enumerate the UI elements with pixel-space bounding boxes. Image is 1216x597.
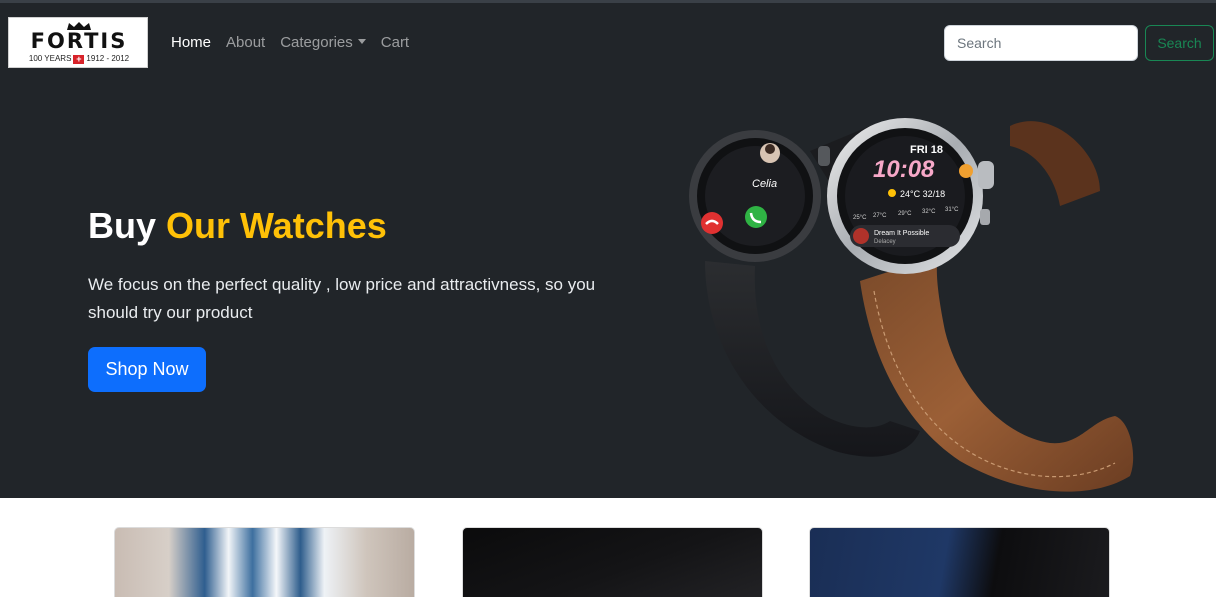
watch-time: 10:08 xyxy=(873,156,935,183)
hero-section: FORTIS 100 YEARS +1912 - 2012 Home About … xyxy=(0,3,1216,498)
search-input[interactable] xyxy=(944,25,1138,61)
watch-temp-5: 31°C xyxy=(945,207,959,213)
watch-weather: 24°C 32/18 xyxy=(900,189,945,199)
main-nav: Home About Categories Cart xyxy=(171,34,409,51)
brand-logo[interactable]: FORTIS 100 YEARS +1912 - 2012 xyxy=(8,17,148,68)
watch-day: FRI 18 xyxy=(910,144,943,156)
watch-temp-4: 32°C xyxy=(922,209,936,215)
watch-song: Dream It Possible xyxy=(874,230,929,237)
page: FORTIS 100 YEARS +1912 - 2012 Home About … xyxy=(0,0,1216,597)
chevron-down-icon xyxy=(357,39,366,44)
nav-item-categories-label: Categories xyxy=(280,34,353,51)
nav-item-about[interactable]: About xyxy=(226,34,265,51)
shop-now-button[interactable]: Shop Now xyxy=(88,347,206,392)
brand-wordmark: FORTIS xyxy=(30,29,128,53)
hero-title-white: Buy xyxy=(88,205,157,246)
watch-artist: Delacey xyxy=(874,239,896,245)
watch-caller-name: Celia xyxy=(752,178,777,190)
brand-tagline-years: 100 YEARS xyxy=(28,54,72,63)
hero-description: We focus on the perfect quality , low pr… xyxy=(88,275,596,322)
brand-tagline-dates: 1912 - 2012 xyxy=(86,54,130,63)
smartwatch-image: Celia FRI 18 10:08 24°C 32/18 25°C 27°C xyxy=(689,118,1134,492)
hero-title-accent: Our Watches xyxy=(166,205,387,246)
product-card-1-image[interactable] xyxy=(114,527,415,597)
nav-item-home[interactable]: Home xyxy=(171,34,211,51)
watch-temp-2: 27°C xyxy=(873,213,887,219)
product-card-3-image[interactable] xyxy=(809,527,1110,597)
product-card-2-image[interactable] xyxy=(462,527,763,597)
watch-temp-3: 29°C xyxy=(898,211,912,217)
swiss-flag-icon: + xyxy=(73,55,85,64)
nav-item-categories[interactable]: Categories xyxy=(280,34,366,51)
brand-tagline: 100 YEARS +1912 - 2012 xyxy=(9,54,149,64)
nav-item-cart[interactable]: Cart xyxy=(381,34,409,51)
hero-title: Buy Our Watches xyxy=(88,205,387,247)
watch-temp-1: 25°C xyxy=(853,215,867,221)
search-button[interactable]: Search xyxy=(1145,25,1214,61)
